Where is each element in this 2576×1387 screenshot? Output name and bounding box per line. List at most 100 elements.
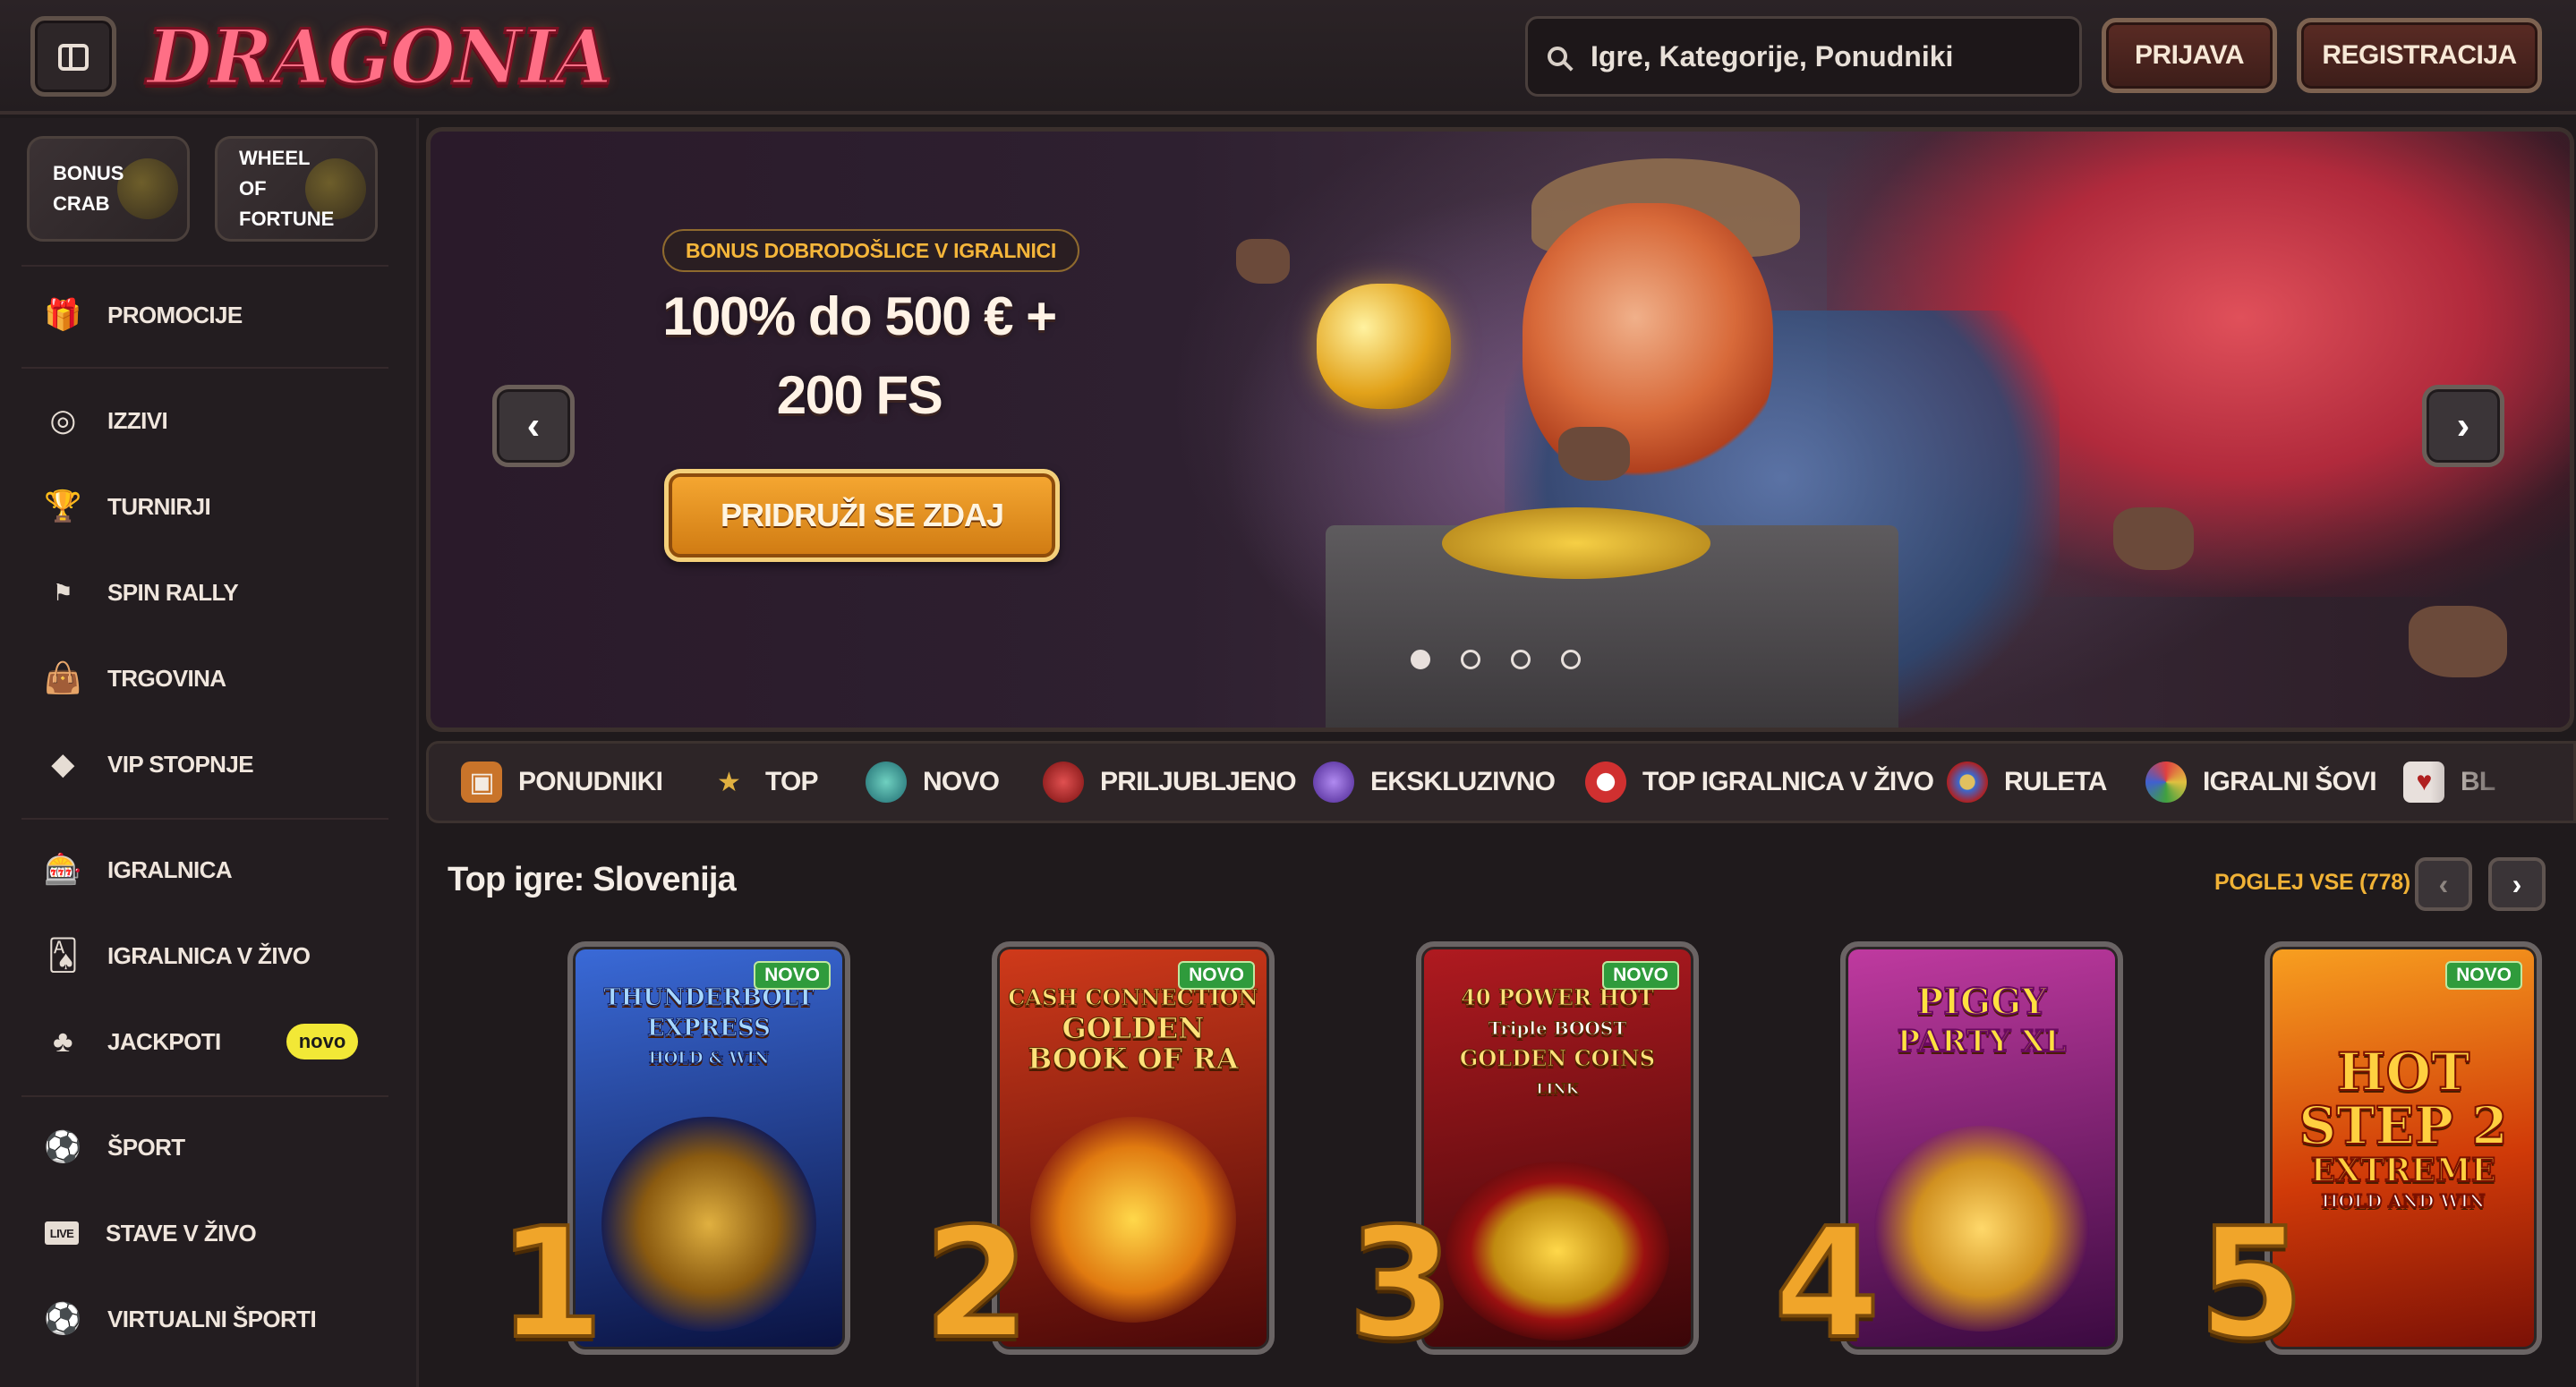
game-card-5[interactable]: HOT STEP 2 EXTREME HOLD AND WIN NOVO (2265, 941, 2542, 1355)
rock-illustration (1236, 239, 1290, 284)
tab-label: TOP IGRALNICA V ŽIVO (1642, 767, 1934, 796)
game-card-3[interactable]: 40 POWER HOT Triple BOOST GOLDEN COINS L… (1416, 941, 1699, 1355)
rank-number: 1 (496, 1196, 605, 1373)
carousel-dot[interactable] (1511, 650, 1531, 669)
login-button[interactable]: PRIJAVA (2102, 18, 2277, 93)
sidebar-item-trgovina[interactable]: 👜 TRGOVINA (44, 651, 226, 705)
game-card-2[interactable]: CASH CONNECTION GOLDEN BOOK OF RA NOVO (992, 941, 1275, 1355)
tab-igralni-sovi[interactable]: IGRALNI ŠOVI (2145, 744, 2377, 821)
chevron-left-icon: ‹ (526, 404, 541, 447)
sidebar-item-label: PROMOCIJE (107, 301, 243, 328)
clover-icon: ♣ (53, 1024, 73, 1059)
hero-next-button[interactable]: › (2422, 385, 2504, 467)
sidebar-item-igralnica-v-zivo[interactable]: 🂡 IGRALNICA V ŽIVO (45, 929, 311, 983)
sidebar-item-virtualni-sporti[interactable]: ⚽ VIRTUALNI ŠPORTI (44, 1292, 317, 1346)
game-title: CASH CONNECTION GOLDEN BOOK OF RA (1006, 983, 1260, 1075)
sidebar-item-label: VIRTUALNI ŠPORTI (107, 1305, 317, 1332)
tab-novo[interactable]: NOVO (866, 744, 1000, 821)
game-title-line: PIGGY (1915, 981, 2048, 1023)
game-title-line: GOLDEN (1062, 1011, 1205, 1045)
sidebar-item-jackpoti[interactable]: ♣ JACKPOTI (45, 1015, 221, 1068)
chevron-right-icon: › (2456, 404, 2470, 447)
tab-priljubljeno[interactable]: PRILJUBLJENO (1043, 744, 1297, 821)
chip-icon (1585, 762, 1626, 803)
game-title-line: STEP 2 (2298, 1095, 2508, 1156)
rank-number: 3 (1346, 1196, 1455, 1373)
games-prev-button[interactable]: ‹ (2415, 857, 2472, 911)
feature-label: BONUS (53, 162, 124, 184)
sidebar-item-vip-stopnje[interactable]: ◆ VIP STOPNJE (45, 737, 253, 791)
divider (21, 367, 388, 369)
tab-top[interactable]: ★ TOP (708, 744, 819, 821)
game-title-line: EXPRESS (647, 1015, 772, 1042)
coins-illustration (1442, 507, 1710, 579)
site-logo[interactable]: DRAGONIA (146, 12, 614, 103)
section-title: Top igre: Slovenija (448, 861, 737, 898)
ball-icon: ⚽ (44, 1130, 81, 1164)
sidebar-item-label: VIP STOPNJE (107, 750, 254, 778)
game-title-line: HOT (2336, 1042, 2470, 1102)
join-now-button[interactable]: PRIDRUŽI SE ZDAJ (664, 469, 1060, 562)
scroll-fade (2430, 744, 2573, 821)
tab-ruleta[interactable]: RULETA (1947, 744, 2107, 821)
sidebar-item-izzivi[interactable]: ◎ IZZIVI (45, 394, 167, 447)
promo-title-line: 100% do 500 € + (662, 286, 1057, 346)
carousel-dot[interactable] (1561, 650, 1581, 669)
tab-label: TOP (765, 767, 819, 796)
new-badge: NOVO (754, 961, 831, 990)
wheel-of-fortune-button[interactable]: WHEEL OF FORTUNE (215, 136, 378, 242)
search-input[interactable] (1591, 39, 2056, 73)
rank-number: 2 (922, 1196, 1031, 1373)
tab-ekskluzivno[interactable]: EKSKLUZIVNO (1313, 744, 1556, 821)
sidebar-item-promocije[interactable]: 🎁 PROMOCIJE (44, 288, 243, 342)
rock-illustration (2113, 507, 2194, 570)
sidebar-toggle-button[interactable] (30, 16, 116, 97)
see-all-link[interactable]: POGLEJ VSE (778) (2214, 870, 2410, 896)
carousel-dot[interactable] (1461, 650, 1480, 669)
sidebar-item-turnirji[interactable]: 🏆 TURNIRJI (44, 480, 211, 533)
rank-number: 5 (2196, 1196, 2306, 1373)
chevron-right-icon: › (2512, 867, 2522, 900)
sidebar-item-sport[interactable]: ⚽ ŠPORT (44, 1120, 185, 1174)
game-card-4[interactable]: PIGGY PARTY XL (1840, 941, 2123, 1355)
search-icon (1548, 47, 1567, 66)
coin-pot-illustration (1446, 1162, 1669, 1340)
feature-label: CRAB (53, 192, 110, 215)
feature-label: OF (239, 177, 267, 200)
sidebar: BONUS CRAB WHEEL OF FORTUNE 🎁 PROMOCIJE ◎… (0, 118, 419, 1387)
sidebar-item-label: SPIN RALLY (107, 578, 239, 606)
divider (21, 1095, 388, 1097)
book-illustration (1030, 1117, 1236, 1323)
tab-ponudniki[interactable]: ▣ PONUDNIKI (461, 744, 663, 821)
games-next-button[interactable]: › (2488, 857, 2546, 911)
live-icon: LIVE (45, 1221, 79, 1245)
search-box[interactable] (1525, 16, 2082, 97)
new-badge: novo (286, 1024, 358, 1059)
sidebar-item-spin-rally[interactable]: ⚑ SPIN RALLY (45, 566, 239, 619)
game-title: HOT STEP 2 EXTREME HOLD AND WIN (2279, 1042, 2528, 1213)
bonus-crab-button[interactable]: BONUS CRAB (27, 136, 190, 242)
providers-icon: ▣ (461, 762, 502, 803)
game-card-1[interactable]: THUNDERBOLT EXPRESS HOLD & WIN NOVO (567, 941, 850, 1355)
train-illustration (601, 1117, 816, 1332)
game-title: PIGGY PARTY XL (1855, 981, 2109, 1061)
wheel-show-icon (2145, 762, 2187, 803)
game-title-line: HOLD AND WIN (2321, 1189, 2486, 1213)
virtual-ball-icon: ⚽ (44, 1302, 81, 1336)
hero-prev-button[interactable]: ‹ (492, 385, 575, 467)
star-icon: ★ (716, 767, 741, 797)
sidebar-item-igralnica[interactable]: 🎰 IGRALNICA (44, 843, 233, 897)
sidebar-item-stave-v-zivo[interactable]: LIVE STAVE V ŽIVO (45, 1206, 257, 1260)
game-title: 40 POWER HOT Triple BOOST GOLDEN COINS L… (1430, 983, 1685, 1104)
piggy-bank-illustration (1874, 1126, 2089, 1332)
promo-title-line: 200 FS (776, 365, 943, 425)
trophy-icon: 🏆 (44, 489, 81, 523)
game-title-line: LINK (1536, 1080, 1579, 1098)
gift-icon: 🎁 (44, 298, 81, 332)
carousel-dot[interactable] (1411, 650, 1430, 669)
tab-top-igralnica-v-zivo[interactable]: TOP IGRALNICA V ŽIVO (1585, 744, 1934, 821)
tab-label: EKSKLUZIVNO (1370, 767, 1556, 796)
sidebar-item-label: JACKPOTI (107, 1027, 221, 1055)
register-button[interactable]: REGISTRACIJA (2297, 18, 2542, 93)
new-badge: NOVO (1178, 961, 1255, 990)
